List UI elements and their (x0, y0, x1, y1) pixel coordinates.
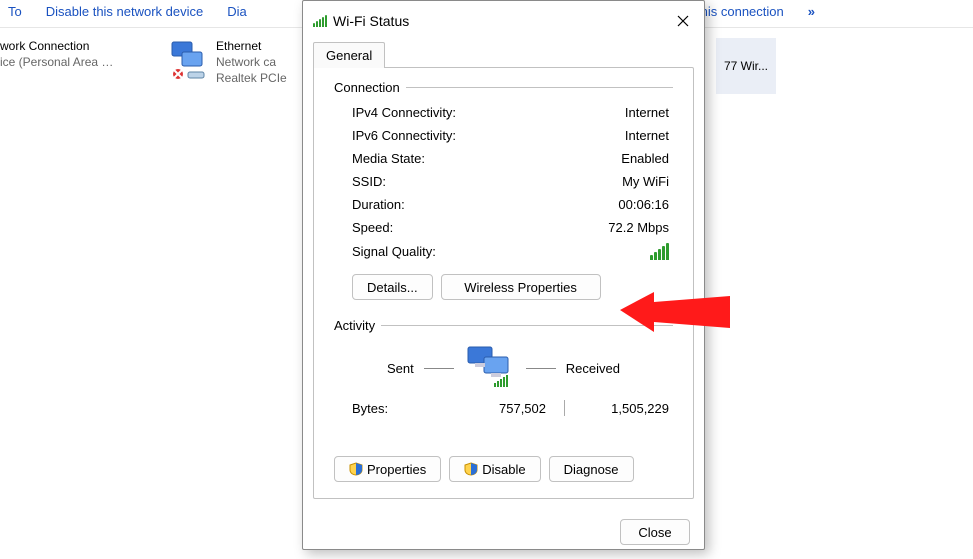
value: Internet (625, 105, 669, 120)
section-label: Connection (334, 80, 400, 95)
divider (564, 400, 565, 416)
row-signal-quality: Signal Quality: (334, 239, 673, 264)
label: SSID: (352, 174, 386, 189)
disable-button[interactable]: Disable (449, 456, 540, 482)
row-bytes: Bytes: 757,502 1,505,229 (334, 396, 673, 416)
value: 72.2 Mbps (608, 220, 669, 235)
adapter-title: Ethernet (216, 38, 287, 54)
properties-button[interactable]: Properties (334, 456, 441, 482)
label: IPv6 Connectivity: (352, 128, 456, 143)
row-ssid: SSID: My WiFi (334, 170, 673, 193)
shield-icon (464, 462, 478, 476)
close-icon (677, 15, 689, 27)
adapter-sub: Network ca (216, 54, 287, 70)
bytes-sent-value: 757,502 (460, 401, 546, 416)
wifi-status-dialog: Wi-Fi Status General Connection IPv4 Con… (302, 0, 705, 550)
adapter-sub2: Realtek PCIe (216, 70, 287, 86)
titlebar: Wi-Fi Status (303, 1, 704, 41)
activity-diagram: Sent Received (334, 339, 673, 396)
dialog-title: Wi-Fi Status (333, 13, 409, 29)
label: Speed: (352, 220, 393, 235)
adapter-wifi-selected[interactable]: 77 Wir... (716, 38, 776, 94)
row-speed: Speed: 72.2 Mbps (334, 216, 673, 239)
adapter-sub2: ice (Personal Area … (0, 54, 113, 70)
value: My WiFi (622, 174, 669, 189)
activity-computers-icon (464, 345, 516, 392)
label: Signal Quality: (352, 244, 436, 259)
wireless-properties-button[interactable]: Wireless Properties (441, 274, 601, 300)
toolbar-more-icon[interactable]: » (808, 4, 815, 19)
received-label: Received (566, 361, 620, 376)
close-button[interactable] (666, 9, 700, 33)
divider (526, 368, 556, 369)
section-header-connection: Connection (334, 80, 673, 95)
divider (406, 87, 673, 88)
network-adapter-icon (168, 38, 210, 83)
row-media-state: Media State: Enabled (334, 147, 673, 170)
tab-body: Connection IPv4 Connectivity: Internet I… (313, 67, 694, 499)
value: 00:06:16 (618, 197, 669, 212)
toolbar-item[interactable]: To (8, 4, 22, 19)
divider (381, 325, 673, 326)
row-ipv4: IPv4 Connectivity: Internet (334, 101, 673, 124)
section-header-activity: Activity (334, 318, 673, 333)
bytes-label: Bytes: (352, 401, 388, 416)
sent-label: Sent (387, 361, 414, 376)
value: Enabled (621, 151, 669, 166)
value: Internet (625, 128, 669, 143)
label: Media State: (352, 151, 425, 166)
label: IPv4 Connectivity: (352, 105, 456, 120)
section-label: Activity (334, 318, 375, 333)
toolbar-item-disable[interactable]: Disable this network device (46, 4, 204, 19)
label: Duration: (352, 197, 405, 212)
tabstrip: General (303, 41, 704, 67)
row-ipv6: IPv6 Connectivity: Internet (334, 124, 673, 147)
signal-bars-icon (650, 243, 669, 260)
adapter-title: work Connection (0, 38, 113, 54)
details-button[interactable]: Details... (352, 274, 433, 300)
dialog-footer: Close (303, 509, 704, 559)
close-dialog-button[interactable]: Close (620, 519, 690, 545)
bytes-received-value: 1,505,229 (583, 401, 669, 416)
adapter-bluetooth[interactable]: work Connection ice (Personal Area … (0, 38, 150, 98)
adapter-sub: 77 Wir... (724, 59, 768, 73)
shield-icon (349, 462, 363, 476)
wifi-signal-icon (313, 15, 327, 27)
row-duration: Duration: 00:06:16 (334, 193, 673, 216)
toolbar-item-diagnose[interactable]: Dia (227, 4, 247, 19)
button-label: Properties (367, 462, 426, 477)
button-label: Disable (482, 462, 525, 477)
diagnose-button[interactable]: Diagnose (549, 456, 634, 482)
tab-general[interactable]: General (313, 42, 385, 68)
divider (424, 368, 454, 369)
